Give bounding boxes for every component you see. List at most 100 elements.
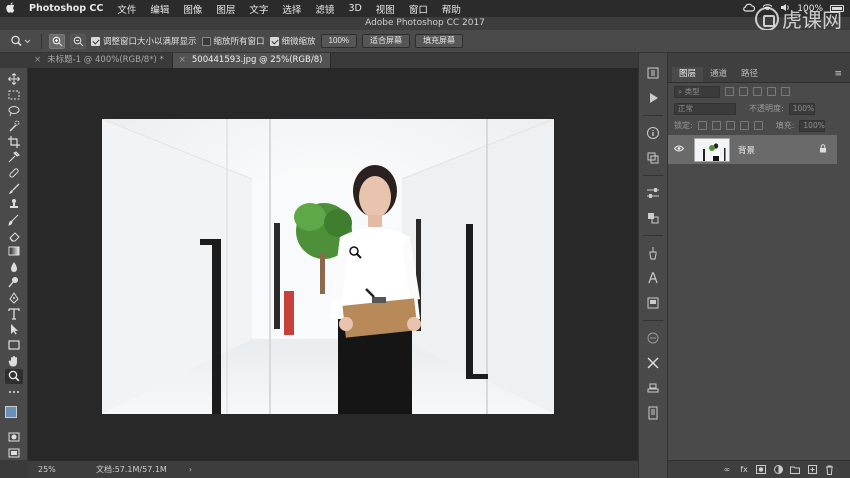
rectangle-tool-icon[interactable] <box>5 338 23 353</box>
tab-untitled-1[interactable]: × 未标题-1 @ 400%(RGB/8*) * <box>28 53 173 68</box>
document-canvas[interactable] <box>28 68 638 460</box>
fit-screen-button[interactable]: 适合屏幕 <box>362 34 411 48</box>
info-panel-icon[interactable] <box>642 123 664 143</box>
layer-row-background[interactable]: 背景 <box>668 135 837 164</box>
filter-smart-object-icon[interactable] <box>781 87 790 96</box>
eraser-tool-icon[interactable] <box>5 228 23 243</box>
healing-brush-tool-icon[interactable] <box>5 166 23 181</box>
hand-tool-icon[interactable] <box>5 353 23 368</box>
visibility-eye-icon[interactable] <box>673 145 685 155</box>
zoom-100-button[interactable]: 100% <box>320 34 358 48</box>
filter-adjustment-icon[interactable] <box>739 87 748 96</box>
fill-field[interactable]: 100% <box>799 119 826 132</box>
tools-settings-icon[interactable] <box>642 353 664 373</box>
clone-stamp-tool-icon[interactable] <box>5 197 23 212</box>
zoom-tool-preset-icon[interactable] <box>8 33 34 50</box>
zoom-tool-icon[interactable] <box>4 368 23 384</box>
close-tab-icon[interactable]: × <box>34 53 41 68</box>
panel-menu-icon[interactable]: ≡ <box>834 69 842 79</box>
quick-selection-tool-icon[interactable] <box>5 119 23 134</box>
layer-lock-icon[interactable] <box>819 144 827 156</box>
menu-layer[interactable]: 图层 <box>209 2 242 16</box>
filter-pixel-icon[interactable] <box>725 87 734 96</box>
apple-menu-icon[interactable] <box>0 1 22 16</box>
menu-edit[interactable]: 编辑 <box>143 2 176 16</box>
menu-select[interactable]: 选择 <box>275 2 308 16</box>
brush-presets-icon[interactable] <box>642 243 664 263</box>
lock-artboard-icon[interactable] <box>739 121 749 130</box>
gradient-tool-icon[interactable] <box>5 244 23 259</box>
character-panel-icon[interactable] <box>642 268 664 288</box>
lock-position-icon[interactable] <box>725 121 735 130</box>
zoom-level-field[interactable]: 25% <box>28 465 72 474</box>
adjustment-layer-icon[interactable] <box>773 465 783 475</box>
checkbox-checked-icon[interactable] <box>269 36 279 46</box>
scrubby-zoom-checkbox[interactable]: 细微缩放 <box>269 35 316 47</box>
clone-source-icon[interactable] <box>642 378 664 398</box>
crop-tool-icon[interactable] <box>5 135 23 150</box>
menu-help[interactable]: 帮助 <box>435 2 468 16</box>
menu-window[interactable]: 窗口 <box>402 2 435 16</box>
color-swatches[interactable] <box>3 404 25 425</box>
creative-cloud-icon[interactable] <box>743 3 756 15</box>
link-layers-icon[interactable]: ∞ <box>722 465 732 475</box>
menu-file[interactable]: 文件 <box>110 2 143 16</box>
filter-kind-select[interactable]: ⌕ 类型 <box>674 85 720 98</box>
quick-mask-icon[interactable] <box>5 430 23 445</box>
new-layer-icon[interactable] <box>807 465 817 475</box>
zoom-in-button[interactable] <box>49 33 65 49</box>
close-tab-icon[interactable]: × <box>179 53 186 68</box>
filter-shape-icon[interactable] <box>767 87 776 96</box>
brush-tool-icon[interactable] <box>5 181 23 196</box>
styles-panel-icon[interactable] <box>642 208 664 228</box>
type-tool-icon[interactable] <box>5 306 23 321</box>
blend-mode-select[interactable]: 正常 <box>674 102 736 115</box>
checkbox-checked-icon[interactable] <box>91 36 100 46</box>
notes-panel-icon[interactable] <box>642 403 664 423</box>
checkbox-unchecked-icon[interactable] <box>201 36 211 46</box>
screen-mode-icon[interactable] <box>5 445 23 460</box>
menu-app-photoshop[interactable]: Photoshop CC <box>22 3 110 14</box>
pen-tool-icon[interactable] <box>5 291 23 306</box>
marquee-tool-icon[interactable] <box>5 88 23 103</box>
layer-style-fx-icon[interactable]: fx <box>739 465 749 475</box>
tab-layers[interactable]: 图层 <box>672 67 704 82</box>
glyphs-panel-icon[interactable] <box>642 328 664 348</box>
adjustments-panel-icon[interactable] <box>642 183 664 203</box>
history-panel-icon[interactable] <box>642 63 664 83</box>
status-menu-arrow-icon[interactable]: › <box>189 465 192 474</box>
foreground-color-swatch[interactable] <box>4 406 17 419</box>
tab-paths[interactable]: 路径 <box>734 67 765 82</box>
history-brush-tool-icon[interactable] <box>5 213 23 228</box>
paragraph-panel-icon[interactable] <box>642 293 664 313</box>
tab-500441593-jpg[interactable]: × 500441593.jpg @ 25%(RGB/8) <box>172 53 332 68</box>
zoom-all-windows-checkbox[interactable]: 缩放所有窗口 <box>201 35 265 47</box>
lasso-tool-icon[interactable] <box>5 103 23 118</box>
zoom-out-button[interactable] <box>70 33 86 49</box>
lock-transparent-icon[interactable] <box>697 121 707 130</box>
menu-type[interactable]: 文字 <box>242 2 275 16</box>
filter-type-icon[interactable] <box>753 87 762 96</box>
blur-tool-icon[interactable] <box>5 260 23 275</box>
document-image[interactable] <box>102 119 554 414</box>
new-group-icon[interactable] <box>790 465 800 475</box>
add-mask-icon[interactable] <box>756 465 766 475</box>
move-tool-icon[interactable] <box>5 72 23 87</box>
actions-play-icon[interactable] <box>642 88 664 108</box>
dodge-tool-icon[interactable] <box>5 275 23 290</box>
menu-view[interactable]: 视图 <box>369 2 402 16</box>
delete-layer-icon[interactable] <box>824 465 834 475</box>
path-selection-tool-icon[interactable] <box>5 322 23 337</box>
menu-3d[interactable]: 3D <box>341 3 368 14</box>
fill-screen-button[interactable]: 填充屏幕 <box>415 34 464 48</box>
menu-filter[interactable]: 滤镜 <box>308 2 341 16</box>
more-tools-icon[interactable] <box>5 385 23 400</box>
lock-all-icon[interactable] <box>753 121 763 130</box>
properties-panel-icon[interactable] <box>642 148 664 168</box>
tab-channels[interactable]: 通道 <box>703 67 734 82</box>
resize-windows-checkbox[interactable]: 调整窗口大小以满屏显示 <box>91 35 197 47</box>
opacity-field[interactable]: 100% <box>788 102 815 115</box>
eyedropper-tool-icon[interactable] <box>5 150 23 165</box>
lock-image-icon[interactable] <box>711 121 721 130</box>
menu-image[interactable]: 图像 <box>176 2 209 16</box>
